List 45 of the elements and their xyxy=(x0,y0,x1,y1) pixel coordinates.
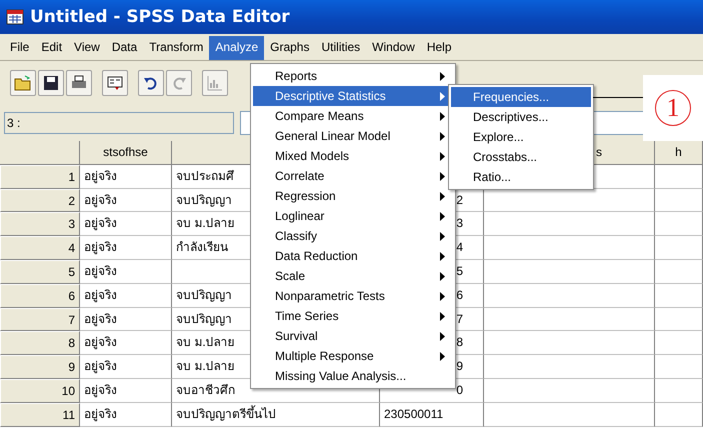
table-cell: จบปริญญาตรีขึ้นไป xyxy=(172,402,380,427)
row-number[interactable]: 11 xyxy=(0,402,80,427)
table-cell: อยู่จริง xyxy=(80,355,172,379)
table-cell: อยู่จริง xyxy=(80,308,172,332)
row-number[interactable]: 4 xyxy=(0,236,80,260)
row-number[interactable]: 5 xyxy=(0,260,80,284)
menu-item[interactable]: Crosstabs... xyxy=(451,147,591,167)
menu-item[interactable]: Data xyxy=(106,36,144,60)
table-cell: อยู่จริง xyxy=(80,164,172,189)
menu-item[interactable]: Analyze xyxy=(209,36,264,60)
menu-item[interactable]: File xyxy=(4,36,36,60)
menu-item[interactable]: Ratio... xyxy=(451,167,591,187)
table-cell: อยู่จริง xyxy=(80,378,172,403)
menu-item[interactable]: Edit xyxy=(35,36,68,60)
column-header[interactable]: h xyxy=(655,141,703,165)
callout-number: 1 xyxy=(655,90,691,126)
row-number[interactable]: 3 xyxy=(0,212,80,236)
row-number[interactable]: 7 xyxy=(0,308,80,332)
menu-item[interactable]: Frequencies... xyxy=(451,87,591,107)
row-number[interactable]: 2 xyxy=(0,188,80,212)
window-title: Untitled - SPSS Data Editor xyxy=(30,7,290,27)
row-number[interactable]: 10 xyxy=(0,378,80,403)
table-cell: อยู่จริง xyxy=(80,236,172,260)
table-cell: 230500011 xyxy=(380,402,484,427)
row-number[interactable]: 1 xyxy=(0,164,80,189)
table-cell: อยู่จริง xyxy=(80,260,172,284)
menu-item[interactable]: Descriptives... xyxy=(451,107,591,127)
row-number[interactable]: 9 xyxy=(0,355,80,379)
table-cell: อยู่จริง xyxy=(80,212,172,236)
menu-item[interactable]: Reports xyxy=(253,66,453,86)
table-cell: อยู่จริง xyxy=(80,188,172,212)
menu-item[interactable]: Graphs xyxy=(264,36,316,60)
row-number[interactable]: 8 xyxy=(0,331,80,356)
cell-reference: 3 : xyxy=(4,112,234,134)
row-number[interactable]: 6 xyxy=(0,284,80,308)
table-cell: อยู่จริง xyxy=(80,331,172,356)
table-cell: อยู่จริง xyxy=(80,402,172,427)
menu-item[interactable]: View xyxy=(68,36,106,60)
menu-item[interactable]: Explore... xyxy=(451,127,591,147)
menu-item[interactable]: Help xyxy=(420,36,458,60)
menu-item[interactable]: Transform xyxy=(143,36,210,60)
table-cell: อยู่จริง xyxy=(80,284,172,308)
column-header[interactable]: stsofhse xyxy=(80,141,172,165)
menu-item[interactable]: Utilities xyxy=(315,36,366,60)
menu-item[interactable]: Window xyxy=(366,36,421,60)
